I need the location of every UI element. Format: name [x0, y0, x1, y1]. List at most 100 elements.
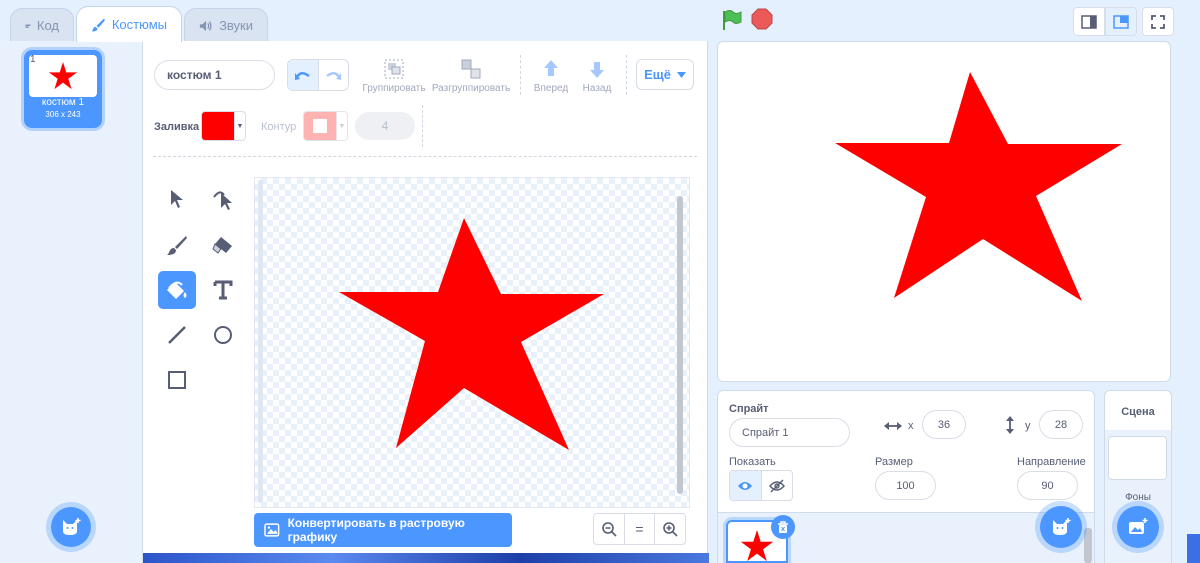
undo-icon [294, 72, 310, 80]
sprite-label: Спрайт [729, 403, 769, 415]
y-input[interactable]: 28 [1039, 410, 1083, 439]
group-button[interactable]: Группировать [362, 58, 426, 94]
choose-sprite-button[interactable] [1040, 506, 1082, 548]
costume-size: 306 x 243 [45, 110, 81, 119]
normal-stage-icon [1113, 14, 1129, 29]
scene-label: Сцена [1121, 406, 1155, 418]
desktop-background-corner [1187, 534, 1200, 563]
arrow-down-icon [590, 62, 604, 78]
circle-tool[interactable] [204, 316, 242, 354]
convert-label: Конвертировать в растровую графику [287, 516, 465, 544]
group-icon [384, 59, 404, 79]
direction-input[interactable]: 90 [1017, 471, 1078, 500]
tab-costumes-label: Костюмы [111, 17, 167, 32]
zoom-in-button[interactable] [655, 514, 685, 544]
caret-down-icon [676, 71, 686, 78]
zoom-controls: = [593, 513, 686, 545]
stage-star-sprite[interactable] [718, 42, 1172, 383]
star-shape[interactable] [255, 178, 690, 508]
stop-icon [751, 8, 773, 30]
paint-bucket-icon [167, 281, 187, 299]
ungroup-icon [461, 59, 481, 79]
select-tool[interactable] [158, 180, 196, 218]
x-label: x [908, 420, 914, 432]
convert-bitmap-button[interactable]: Конвертировать в растровую графику [254, 513, 512, 547]
zoom-out-button[interactable] [594, 514, 625, 544]
eraser-tool[interactable] [204, 226, 242, 264]
zoom-reset-button[interactable]: = [625, 514, 656, 544]
fill-color-swatch [202, 112, 234, 140]
arrow-up-icon [544, 60, 558, 76]
show-label: Показать [729, 456, 776, 468]
green-flag-button[interactable] [720, 8, 744, 32]
show-button[interactable] [730, 471, 762, 500]
hide-button[interactable] [762, 471, 793, 500]
size-input[interactable]: 100 [875, 471, 936, 500]
fill-color-picker[interactable]: ▼ [201, 111, 246, 141]
outline-width-input[interactable]: 4 [355, 112, 415, 140]
more-label: Ещё [644, 67, 671, 82]
costume-name-input[interactable]: костюм 1 [154, 60, 275, 90]
canvas-horizontal-scrollbar[interactable] [258, 180, 263, 503]
costume-name: костюм 1 [41, 97, 85, 108]
tab-costumes[interactable]: Костюмы [76, 6, 182, 42]
choose-backdrop-button[interactable] [1117, 506, 1159, 548]
brush-tool[interactable] [158, 226, 196, 264]
choose-costume-button[interactable] [51, 507, 91, 547]
redo-button[interactable] [319, 60, 349, 90]
backdrop-thumbnail[interactable] [1108, 436, 1167, 480]
rectangle-tool[interactable] [158, 361, 196, 399]
text-tool[interactable] [204, 271, 242, 309]
tab-code-label: Код [36, 18, 59, 33]
canvas-vertical-scrollbar[interactable] [677, 196, 683, 494]
small-stage-icon [1081, 14, 1097, 29]
line-tool[interactable] [158, 316, 196, 354]
backward-label: Назад [582, 83, 612, 94]
sprite-list-scrollbar[interactable] [1084, 528, 1092, 563]
ungroup-button[interactable]: Разгруппировать [431, 58, 511, 94]
outline-color-picker[interactable]: ▼ [303, 111, 348, 141]
undo-redo-group [287, 59, 349, 91]
reshape-icon [213, 191, 232, 210]
fullscreen-button[interactable] [1142, 7, 1174, 36]
more-button[interactable]: Ещё [636, 59, 694, 90]
x-arrows-icon [884, 422, 902, 430]
ungroup-label: Разгруппировать [431, 83, 511, 94]
bitmap-icon [264, 523, 280, 537]
reshape-tool[interactable] [204, 180, 242, 218]
image-add-icon [1129, 518, 1148, 534]
backward-button[interactable]: Назад [580, 58, 614, 94]
paint-canvas[interactable] [254, 177, 690, 508]
stop-button[interactable] [751, 8, 773, 30]
x-input[interactable]: 36 [922, 410, 966, 439]
costume-number: 1 [30, 54, 36, 65]
outline-dropdown-icon: ▼ [336, 112, 347, 140]
forward-button[interactable]: Вперед [533, 58, 569, 94]
delete-sprite-button[interactable] [771, 515, 795, 539]
sprite-name-input[interactable]: Спрайт 1 [729, 418, 850, 447]
arrow-pointer-icon [171, 190, 183, 208]
zoom-in-icon [663, 522, 678, 537]
tab-code[interactable]: Код [10, 8, 74, 42]
rectangle-icon [168, 371, 186, 389]
outline-label: Контур [261, 121, 297, 133]
outline-color-swatch [304, 112, 336, 140]
trash-icon [778, 520, 788, 533]
zoom-out-icon [602, 522, 617, 537]
small-stage-button[interactable] [1073, 7, 1105, 36]
visibility-toggle [729, 470, 793, 501]
fill-tool[interactable] [158, 271, 196, 309]
speaker-icon [199, 20, 212, 31]
costume-preview [29, 55, 97, 97]
stage[interactable] [717, 41, 1171, 382]
brush-icon [91, 18, 105, 31]
undo-button[interactable] [288, 60, 319, 90]
cat-add-icon [63, 518, 81, 535]
fullscreen-icon [1151, 14, 1165, 29]
tab-sounds[interactable]: Звуки [184, 8, 268, 42]
normal-stage-button[interactable] [1105, 7, 1137, 36]
toolbar-separator [153, 156, 697, 157]
text-icon [213, 280, 233, 300]
backdrops-label: Фоны [1125, 492, 1151, 503]
redo-icon [326, 72, 342, 80]
